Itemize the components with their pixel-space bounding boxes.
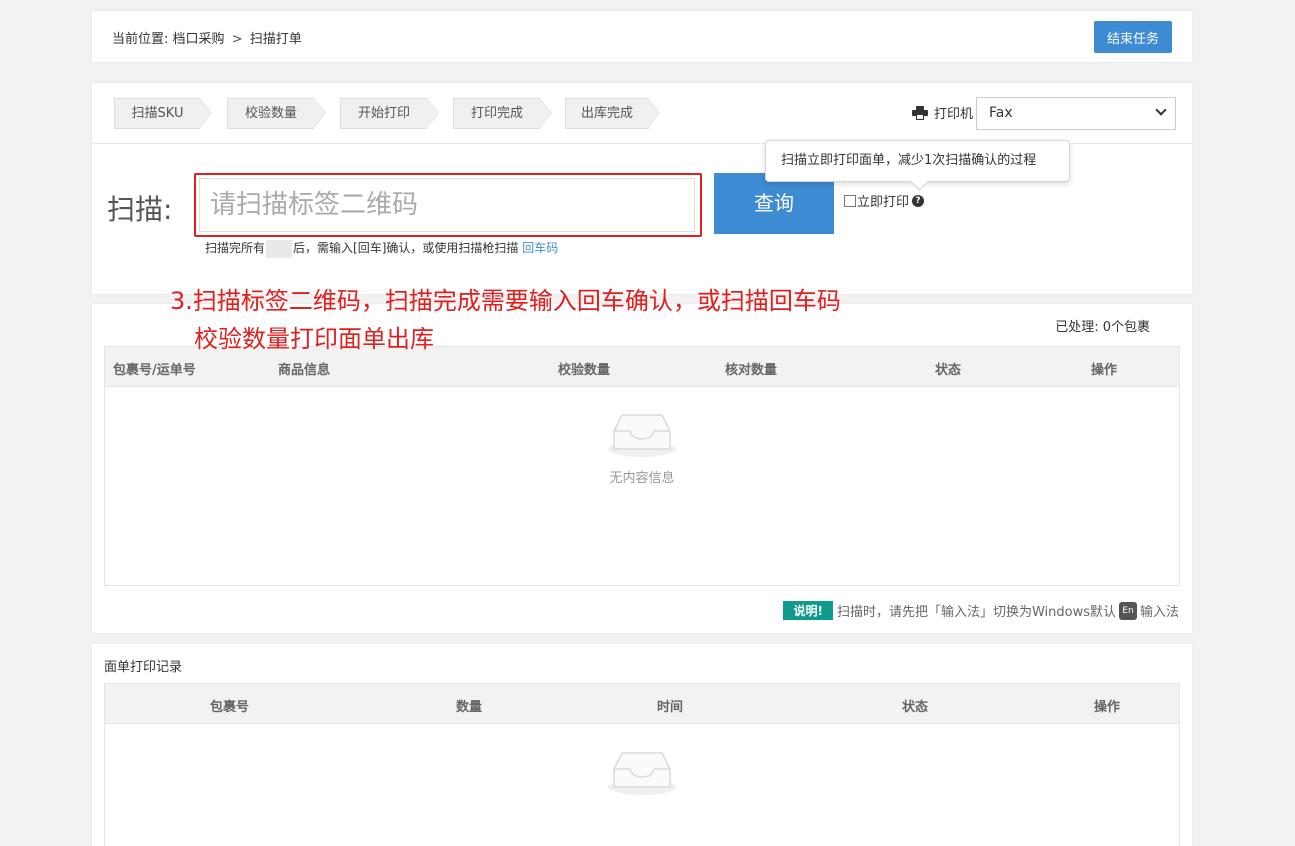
column-header: 包裹号 (210, 700, 250, 715)
column-header: 商品信息 (278, 363, 331, 378)
enter-code-link[interactable]: 回车码 (522, 241, 558, 255)
scan-hint-middle: 后，需输入[回车]确认，或使用扫描枪扫描 (293, 241, 519, 255)
printer-select[interactable]: Fax (976, 97, 1176, 130)
annotation-line-2: 校验数量打印面单出库 (194, 325, 434, 353)
column-header: 核对数量 (725, 363, 778, 378)
column-header: 校验数量 (558, 363, 611, 378)
empty-tray-icon (608, 414, 676, 457)
query-button[interactable]: 查询 (714, 173, 834, 234)
en-ime-icon: En (1118, 601, 1137, 620)
step-start-print: 开始打印 (340, 98, 439, 129)
package-table: 包裹号/运单号 商品信息 校验数量 核对数量 状态 操作 无内容信息 (104, 346, 1180, 586)
scan-hint: 扫描完所有 后，需输入[回车]确认，或使用扫描枪扫描 回车码 (205, 239, 558, 258)
record-table: 包裹号 数量 时间 状态 操作 (104, 683, 1180, 846)
note-text-end: 输入法 (1139, 605, 1179, 620)
steps-bar: 扫描SKU 校验数量 开始打印 打印完成 出库完成 打印机 Fax (92, 83, 1192, 144)
processed-count: 已处理: 0个包裹 (1055, 316, 1150, 335)
immediate-print-checkbox[interactable] (844, 194, 856, 207)
column-header: 操作 (1094, 700, 1121, 715)
breadcrumb-parent-link[interactable]: 档口采购 (173, 32, 225, 47)
breadcrumb-current: 扫描打单 (249, 32, 302, 47)
note-text: 扫描时，请先把「输入法」切换为Windows默认 (836, 605, 1116, 620)
column-header: 包裹号/运单号 (113, 363, 196, 378)
processed-label: 已处理: (1055, 320, 1099, 335)
immediate-print-label: 立即打印 (857, 195, 910, 210)
help-icon[interactable]: ? (912, 194, 925, 207)
empty-tray-icon (608, 752, 676, 795)
step-outbound-done: 出库完成 (565, 98, 660, 129)
print-record-panel: 面单打印记录 包裹号 数量 时间 状态 操作 (91, 643, 1193, 846)
instruction-annotation: 3.扫描标签二维码，扫描完成需要输入回车确认，或扫描回车码 校验数量打印面单出库 (170, 282, 841, 358)
column-header: 状态 (902, 700, 929, 715)
end-task-button[interactable]: 结束任务 (1094, 21, 1172, 53)
step-verify-quantity: 校验数量 (227, 98, 326, 129)
printer-selected-value: Fax (989, 105, 1013, 121)
step-print-done: 打印完成 (453, 98, 552, 129)
table-header: 包裹号 数量 时间 状态 操作 (105, 684, 1179, 724)
breadcrumb-prefix: 当前位置: (112, 32, 169, 47)
record-title: 面单打印记录 (104, 660, 183, 675)
chevron-down-icon (1155, 104, 1167, 116)
annotation-line-1: 3.扫描标签二维码，扫描完成需要输入回车确认，或扫描回车码 (170, 287, 841, 315)
scan-input-highlight: 请扫描标签二维码 (194, 173, 702, 237)
immediate-print-tooltip: 扫描立即打印面单，减少1次扫描确认的过程 (765, 140, 1070, 182)
scan-input[interactable]: 请扫描标签二维码 (199, 178, 695, 232)
scan-label: 扫描: (107, 193, 173, 226)
breadcrumb: 当前位置: 档口采购 > 扫描打单 (112, 28, 302, 47)
step-scan-sku: 扫描SKU (114, 98, 212, 129)
column-header: 状态 (935, 363, 962, 378)
immediate-print-option[interactable]: 立即打印 ? (844, 191, 925, 210)
empty-text: 无内容信息 (609, 471, 675, 486)
printer-label-group: 打印机 (912, 103, 973, 122)
processed-value: 0个包裹 (1102, 320, 1150, 335)
printer-icon (912, 105, 928, 120)
empty-state (105, 747, 1179, 797)
note-badge: 说明! (783, 601, 833, 620)
blurred-text (266, 239, 293, 258)
column-header: 操作 (1091, 363, 1118, 378)
printer-label: 打印机 (934, 107, 974, 122)
ime-note: 说明! 扫描时，请先把「输入法」切换为Windows默认 En 输入法 (783, 601, 1179, 620)
empty-state: 无内容信息 (105, 409, 1179, 486)
breadcrumb-bar: 当前位置: 档口采购 > 扫描打单 结束任务 (91, 10, 1193, 63)
scan-hint-prefix: 扫描完所有 (205, 241, 266, 255)
column-header: 数量 (456, 700, 483, 715)
scan-panel: 扫描SKU 校验数量 开始打印 打印完成 出库完成 打印机 Fax 扫描: 请扫… (91, 82, 1193, 295)
breadcrumb-separator: > (231, 32, 243, 47)
column-header: 时间 (657, 700, 684, 715)
